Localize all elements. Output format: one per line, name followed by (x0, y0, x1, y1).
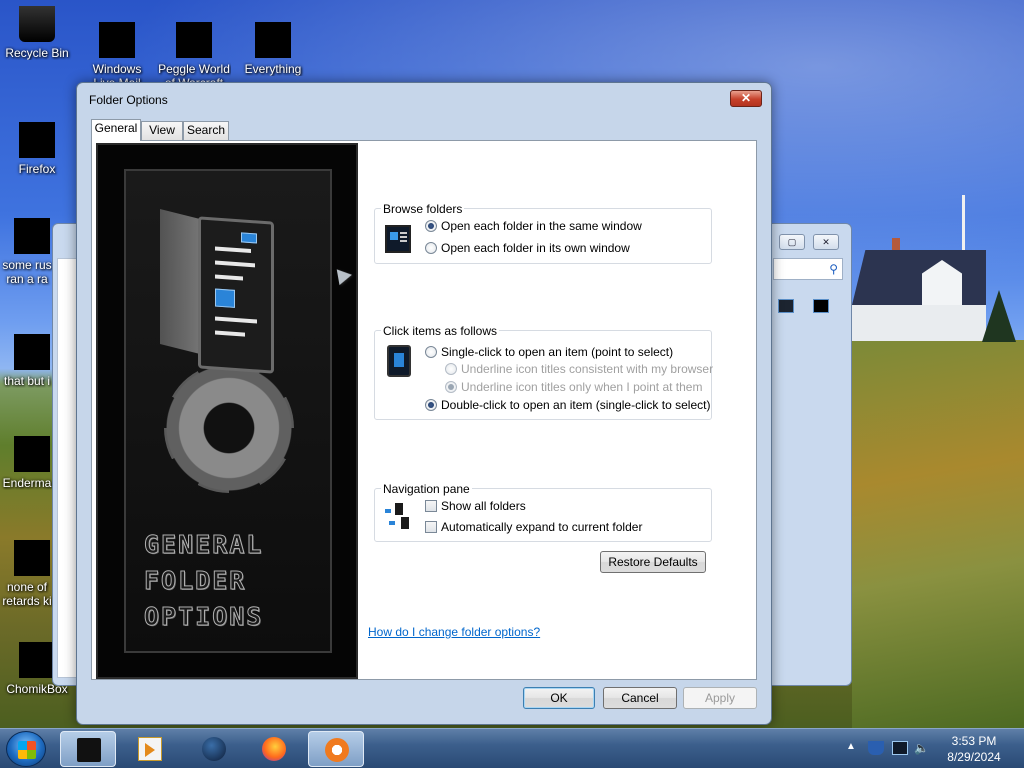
radio-underline-point: Underline icon titles only when I point … (445, 380, 702, 394)
checkbox[interactable] (425, 521, 437, 533)
desktop-icon-everything[interactable]: Everything (236, 22, 310, 76)
general-tab-panel: GENERAL FOLDER OPTIONS Browse folders Op… (91, 140, 757, 680)
ok-button[interactable]: OK (523, 687, 595, 709)
browse-folders-title: Browse folders (381, 202, 465, 216)
background-search-box[interactable]: ⚲ (773, 258, 843, 280)
radio-own-window[interactable]: Open each folder in its own window (425, 241, 630, 255)
radio-button[interactable] (425, 399, 437, 411)
dialog-title: Folder Options (89, 93, 168, 107)
close-button[interactable]: ✕ (730, 90, 762, 107)
shield-icon[interactable] (868, 741, 884, 755)
radio-same-window[interactable]: Open each folder in the same window (425, 219, 642, 233)
wallpaper-house (852, 238, 986, 341)
cancel-button[interactable]: Cancel (603, 687, 677, 709)
preview-pane-icon[interactable] (813, 299, 829, 313)
art-caption: GENERAL FOLDER OPTIONS (144, 530, 264, 632)
tab-general[interactable]: General (91, 119, 141, 141)
media-player-icon (138, 737, 162, 761)
radio-underline-browser: Underline icon titles consistent with my… (445, 362, 713, 376)
redacted-icon (255, 22, 291, 58)
monitor-icon[interactable] (892, 741, 908, 755)
redacted-icon (14, 218, 50, 254)
desktop-icon-windows-live-mail[interactable]: Windows Live Mail (80, 22, 154, 90)
redacted-icon (14, 334, 50, 370)
document-icon (198, 216, 274, 374)
show-hidden-icons-icon[interactable]: ▲ (846, 741, 862, 755)
app-icon (325, 738, 349, 762)
mouse-cursor-icon (336, 266, 354, 286)
redacted-icon (14, 540, 50, 576)
taskbar-explorer[interactable] (186, 731, 242, 767)
radio-button (445, 381, 457, 393)
redacted-icon (14, 436, 50, 472)
desktop-icon-recycle-bin[interactable]: Recycle Bin (0, 6, 74, 60)
radio-button[interactable] (425, 242, 437, 254)
taskbar-media-player[interactable] (122, 731, 178, 767)
radio-double-click[interactable]: Double-click to open an item (single-cli… (425, 398, 710, 412)
radio-single-click[interactable]: Single-click to open an item (point to s… (425, 345, 673, 359)
redacted-icon (99, 22, 135, 58)
restore-defaults-button[interactable]: Restore Defaults (600, 551, 706, 573)
clock-time: 3:53 PM (951, 734, 997, 748)
wallpaper-field (852, 340, 1024, 728)
desktop-icon-peggle[interactable]: Peggle World of Warcraft (157, 22, 231, 90)
firefox-icon (19, 122, 55, 158)
desktop-icon-item-7[interactable]: that but i (0, 334, 54, 388)
folder-options-icon (77, 738, 101, 762)
taskbar: ▲ 🔈 3:53 PM 8/29/2024 (0, 728, 1024, 768)
tab-view[interactable]: View (141, 121, 183, 140)
radio-button[interactable] (425, 220, 437, 232)
navigation-tree-icon (385, 503, 411, 531)
desktop-icon-item-8[interactable]: Enderma (0, 436, 54, 490)
checkbox-show-all-folders[interactable]: Show all folders (425, 499, 526, 513)
desktop-icon-item-9[interactable]: none of retards ki (0, 540, 54, 608)
radio-button (445, 363, 457, 375)
taskbar-app[interactable] (308, 731, 364, 767)
radio-button[interactable] (425, 346, 437, 358)
taskbar-firefox[interactable] (246, 731, 302, 767)
navigation-pane-group: Navigation pane Show all folders Automat… (374, 482, 712, 542)
checkbox[interactable] (425, 500, 437, 512)
navigation-pane-title: Navigation pane (381, 482, 472, 496)
maximize-button[interactable]: ▢ (779, 234, 805, 250)
magnifier-icon: ⚲ (829, 262, 838, 276)
redacted-icon (19, 642, 55, 678)
checkbox-auto-expand[interactable]: Automatically expand to current folder (425, 520, 642, 534)
firefox-icon (262, 737, 286, 761)
browse-folders-group: Browse folders Open each folder in the s… (374, 202, 712, 264)
click-items-title: Click items as follows (381, 324, 500, 338)
click-items-group: Click items as follows Single-click to o… (374, 324, 713, 420)
windows-logo-icon (18, 741, 36, 759)
apply-button[interactable]: Apply (683, 687, 757, 709)
tab-search[interactable]: Search (183, 121, 229, 140)
help-link[interactable]: How do I change folder options? (368, 625, 540, 639)
globe-icon (202, 737, 226, 761)
start-button[interactable] (6, 731, 46, 767)
taskbar-clock[interactable]: 3:53 PM 8/29/2024 (932, 733, 1016, 765)
speaker-icon[interactable]: 🔈 (914, 741, 930, 755)
desktop-icon-item-6[interactable]: some rus ran a ra (0, 218, 54, 286)
clock-date: 8/29/2024 (947, 750, 1001, 764)
general-folder-options-artwork: GENERAL FOLDER OPTIONS (96, 143, 358, 679)
folder-options-dialog[interactable]: Folder Options ✕ General View Search GEN… (76, 82, 772, 725)
close-icon: ✕ (740, 91, 752, 105)
desktop-icon-firefox[interactable]: Firefox (0, 122, 74, 176)
recycle-bin-icon (19, 6, 55, 42)
window-icon (385, 225, 411, 253)
redacted-icon (176, 22, 212, 58)
pointer-window-icon (387, 345, 411, 377)
view-icon[interactable] (778, 299, 794, 313)
taskbar-folder-options[interactable] (60, 731, 116, 767)
close-icon[interactable]: ✕ (813, 234, 839, 250)
